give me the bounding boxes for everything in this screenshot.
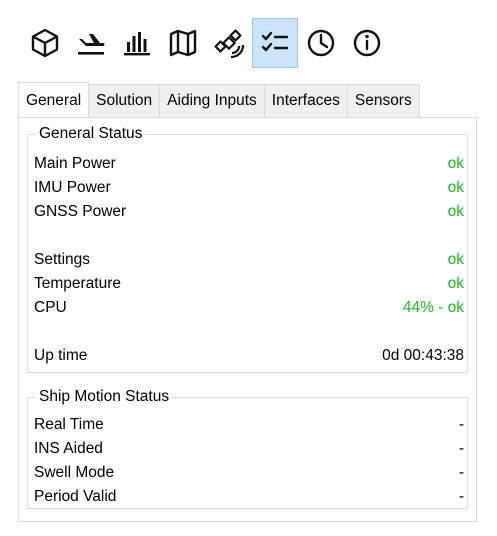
- toolbar: [22, 18, 390, 68]
- status-label: Real Time: [34, 416, 104, 433]
- status-row-up-time: Up time 0d 00:43:38: [34, 346, 464, 366]
- status-value: ok: [447, 275, 464, 292]
- status-row-gnss-power: GNSS Power ok: [34, 202, 464, 222]
- status-label: GNSS Power: [34, 203, 127, 220]
- status-value: -: [458, 416, 464, 433]
- checklist-icon: [261, 31, 289, 52]
- tab-bar: General Solution Aiding Inputs Interface…: [18, 82, 420, 118]
- status-row-ins-aided: INS Aided -: [34, 439, 464, 459]
- bar-chart-icon: [124, 32, 150, 56]
- status-row-real-time: Real Time -: [34, 415, 464, 435]
- status-label: Temperature: [34, 275, 122, 292]
- status-label: Up time: [34, 347, 88, 364]
- tab-solution[interactable]: Solution: [89, 84, 161, 118]
- bar-chart-button[interactable]: [114, 18, 160, 68]
- ship-motion-status-group: Ship Motion Status Real Time - INS Aided…: [27, 388, 468, 509]
- status-value: 44% - ok: [402, 299, 464, 316]
- tab-panel-general: General Status Main Power ok IMU Power o…: [18, 117, 477, 522]
- checklist-button[interactable]: [252, 18, 298, 68]
- ship-motion-status-title: Ship Motion Status: [36, 388, 173, 406]
- status-row-period-valid: Period Valid -: [34, 487, 464, 507]
- plane-icon: [78, 34, 105, 55]
- status-label: IMU Power: [34, 179, 111, 196]
- tab-general[interactable]: General: [18, 82, 90, 118]
- status-label: Swell Mode: [34, 464, 115, 481]
- status-label: INS Aided: [34, 440, 103, 457]
- tab-sensors[interactable]: Sensors: [347, 84, 420, 118]
- status-label: CPU: [34, 299, 67, 316]
- clock-button[interactable]: [298, 18, 344, 68]
- info-icon: [353, 29, 381, 57]
- general-status-group: General Status Main Power ok IMU Power o…: [27, 125, 468, 373]
- status-label: Main Power: [34, 155, 116, 172]
- general-status-title: General Status: [36, 125, 146, 143]
- map-icon: [169, 29, 197, 57]
- status-label: Period Valid: [34, 488, 117, 505]
- status-value: ok: [447, 251, 464, 268]
- status-value: 0d 00:43:38: [382, 347, 464, 364]
- clock-icon: [307, 29, 335, 57]
- status-row-main-power: Main Power ok: [34, 154, 464, 174]
- cube-button[interactable]: [22, 18, 68, 68]
- cube-icon: [31, 28, 59, 58]
- status-value: -: [458, 440, 464, 457]
- status-value: ok: [447, 179, 464, 196]
- status-row-settings: Settings ok: [34, 250, 464, 270]
- status-row-imu-power: IMU Power ok: [34, 178, 464, 198]
- status-label: Settings: [34, 251, 91, 268]
- info-button[interactable]: [344, 18, 390, 68]
- status-value: -: [458, 488, 464, 505]
- status-row-temperature: Temperature ok: [34, 274, 464, 294]
- status-row-swell-mode: Swell Mode -: [34, 463, 464, 483]
- tab-interfaces[interactable]: Interfaces: [264, 84, 348, 118]
- tab-aiding-inputs[interactable]: Aiding Inputs: [160, 84, 265, 118]
- plane-button[interactable]: [68, 18, 114, 68]
- status-value: -: [458, 464, 464, 481]
- satellite-icon: [214, 29, 245, 59]
- satellite-button[interactable]: [206, 18, 252, 68]
- status-value: ok: [447, 203, 464, 220]
- status-row-cpu: CPU 44% - ok: [34, 298, 464, 318]
- map-button[interactable]: [160, 18, 206, 68]
- status-value: ok: [447, 155, 464, 172]
